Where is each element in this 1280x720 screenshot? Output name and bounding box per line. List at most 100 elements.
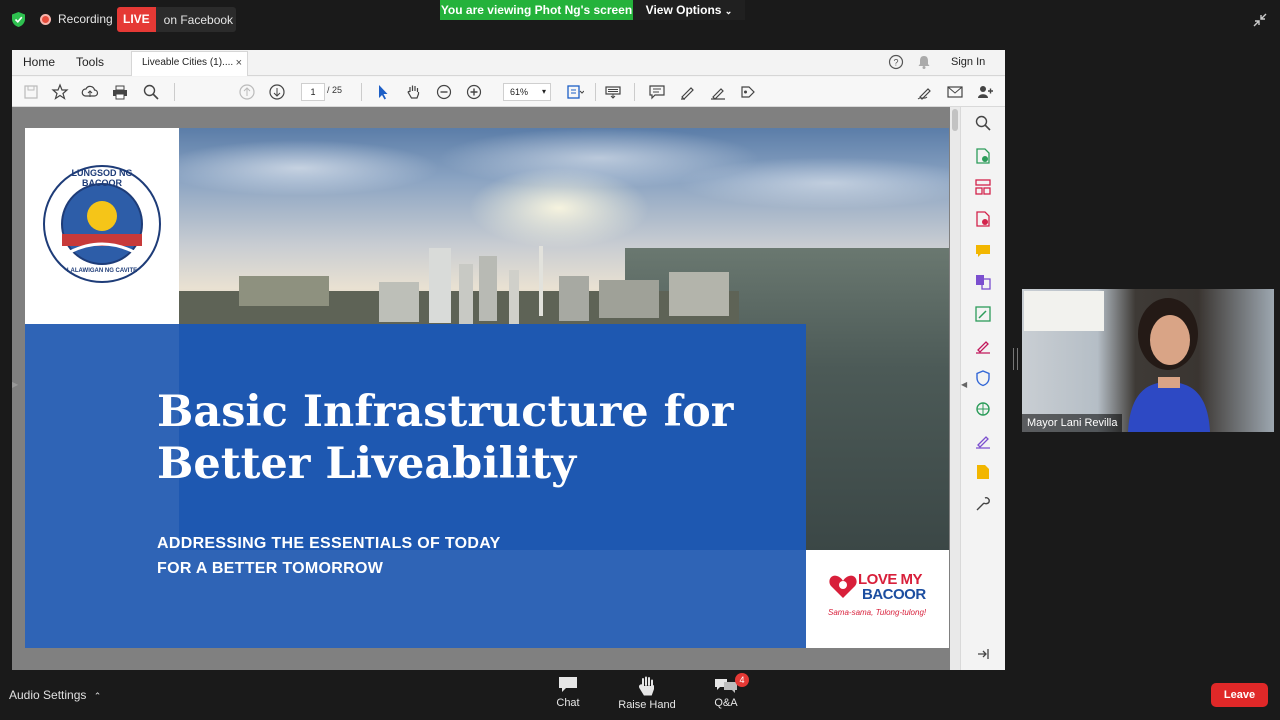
- pdf-viewer-window: Home Tools Liveable Cities (1).... × ? S…: [12, 50, 1005, 670]
- splitter-handle[interactable]: [1013, 348, 1018, 370]
- save-icon[interactable]: [22, 83, 40, 101]
- print-icon[interactable]: [111, 83, 129, 101]
- hand-icon: [639, 676, 654, 696]
- brand-tagline: Sama-sama, Tulong-tulong!: [828, 608, 927, 617]
- view-options-button[interactable]: View Options ⌄: [633, 0, 745, 20]
- view-options-label: View Options: [645, 3, 722, 17]
- chevron-down-icon: ⌄: [724, 6, 733, 16]
- expand-pane-arrow-icon[interactable]: ◀: [961, 380, 967, 389]
- collapse-pane-icon[interactable]: [974, 645, 992, 663]
- create-pdf-icon[interactable]: [974, 210, 992, 228]
- heart-logo-icon: [829, 575, 857, 598]
- raise-hand-label: Raise Hand: [618, 699, 676, 711]
- zoom-out-icon[interactable]: [435, 83, 453, 101]
- city-skyline-image: [179, 246, 739, 326]
- hand-pan-icon[interactable]: [405, 83, 423, 101]
- audio-settings-label: Audio Settings: [9, 688, 87, 702]
- tools-tab[interactable]: Tools: [76, 50, 104, 76]
- slide-title-line2: Better Liveability: [157, 439, 577, 489]
- comment-tool-icon[interactable]: [974, 242, 992, 260]
- page-total-label: / 25: [327, 85, 343, 95]
- qa-label: Q&A: [714, 697, 738, 709]
- live-badge: LIVE: [117, 7, 156, 32]
- help-icon[interactable]: ?: [888, 54, 904, 70]
- select-cursor-icon[interactable]: [374, 83, 392, 101]
- recording-dot-icon: [40, 13, 51, 25]
- protect-shield-icon[interactable]: [974, 369, 992, 387]
- combine-files-icon[interactable]: [974, 273, 992, 291]
- close-tab-icon[interactable]: ×: [236, 52, 242, 74]
- upload-cloud-icon[interactable]: [81, 83, 99, 101]
- recording-indicator[interactable]: Recording: [40, 12, 113, 26]
- document-tab-label: Liveable Cities (1)....: [142, 57, 234, 68]
- search-tools-icon[interactable]: [974, 114, 992, 132]
- fill-and-sign-icon[interactable]: [974, 337, 992, 355]
- scrollbar-thumb[interactable]: [952, 109, 958, 131]
- tab-bar: Home Tools Liveable Cities (1).... × ? S…: [12, 50, 1005, 76]
- sign-in-link[interactable]: Sign In: [951, 50, 985, 74]
- chat-label: Chat: [556, 697, 580, 709]
- document-tab[interactable]: Liveable Cities (1).... ×: [131, 51, 248, 76]
- left-pane-arrow-icon[interactable]: ▶: [12, 380, 18, 389]
- highlight-pen-icon[interactable]: [678, 83, 696, 101]
- security-shield-icon[interactable]: [11, 11, 26, 28]
- fit-page-icon[interactable]: [566, 83, 584, 101]
- participant-video-image: [1128, 298, 1210, 432]
- more-tools-icon[interactable]: [974, 495, 992, 513]
- toolbar-separator: [174, 83, 175, 101]
- leave-button[interactable]: Leave: [1211, 683, 1268, 707]
- zoom-level-value: 61%: [510, 87, 529, 97]
- raise-hand-button[interactable]: Raise Hand: [612, 676, 682, 711]
- slide-subtitle: ADDRESSING THE ESSENTIALS OF TODAY FOR A…: [157, 531, 501, 581]
- slide-subtitle-line1: ADDRESSING THE ESSENTIALS OF TODAY: [157, 535, 501, 552]
- chat-bubble-icon: [559, 677, 577, 692]
- seal-bottom-text: LALAWIGAN NG CAVITE: [66, 268, 138, 274]
- exit-fullscreen-icon[interactable]: [1252, 12, 1268, 28]
- sign-icon[interactable]: [709, 83, 727, 101]
- previous-page-icon[interactable]: [238, 83, 256, 101]
- page-number-input[interactable]: 1: [301, 83, 325, 101]
- city-seal-logo: LUNGSOD NG BACOOR LALAWIGAN NG CAVITE: [25, 128, 179, 324]
- optimize-pdf-icon[interactable]: [974, 400, 992, 418]
- brand-line1: LOVE MY: [858, 571, 923, 588]
- vertical-scrollbar[interactable]: [950, 107, 960, 670]
- share-user-icon[interactable]: [976, 83, 994, 101]
- slide-title-line1: Basic Infrastructure for: [157, 387, 734, 437]
- clouds-overlay: [179, 128, 949, 248]
- zoom-level-select[interactable]: 61% ▾: [503, 83, 551, 101]
- scan-ocr-icon[interactable]: [974, 463, 992, 481]
- stamp-icon[interactable]: [739, 83, 757, 101]
- request-signature-icon[interactable]: [974, 432, 992, 450]
- export-pdf-icon[interactable]: [974, 147, 992, 165]
- toolbar-separator: [361, 83, 362, 101]
- chevron-down-icon: ▾: [541, 87, 546, 96]
- edit-pdf-icon[interactable]: [974, 305, 992, 323]
- bookmark-star-icon[interactable]: [51, 83, 69, 101]
- live-platform-label: on Facebook: [163, 12, 234, 27]
- live-stream-indicator[interactable]: LIVE on Facebook: [117, 7, 236, 32]
- next-page-icon[interactable]: [268, 83, 286, 101]
- qa-button[interactable]: Q&A: [691, 676, 761, 709]
- video-background-poster: [1024, 291, 1104, 331]
- find-magnifier-icon[interactable]: [142, 83, 160, 101]
- home-tab[interactable]: Home: [23, 50, 55, 76]
- zoom-in-icon[interactable]: [465, 83, 483, 101]
- slide-title: Basic Infrastructure for Better Liveabil…: [157, 386, 797, 490]
- keyboard-icon[interactable]: [604, 83, 622, 101]
- participant-name-label: Mayor Lani Revilla: [1022, 414, 1123, 432]
- chevron-up-icon: ⌃: [93, 691, 102, 701]
- love-my-bacoor-logo: LOVE MY BACOOR Sama-sama, Tulong-tulong!: [806, 550, 949, 648]
- audio-settings-button[interactable]: Audio Settings ⌃: [9, 688, 101, 702]
- toolbar-separator: [634, 83, 635, 101]
- seal-top-text: LUNGSOD NG BACOOR: [71, 168, 133, 188]
- svg-text:?: ?: [893, 58, 898, 68]
- chat-button[interactable]: Chat: [533, 676, 603, 709]
- screen-share-banner: You are viewing Phot Ng's screen: [440, 0, 633, 20]
- fill-sign-icon[interactable]: [916, 83, 934, 101]
- brand-line2: BACOOR: [862, 586, 926, 603]
- slide-subtitle-line2: FOR A BETTER TOMORROW: [157, 560, 384, 577]
- email-envelope-icon[interactable]: [946, 83, 964, 101]
- notification-bell-icon[interactable]: [917, 54, 931, 70]
- comment-icon[interactable]: [648, 83, 666, 101]
- organize-pages-icon[interactable]: [974, 178, 992, 196]
